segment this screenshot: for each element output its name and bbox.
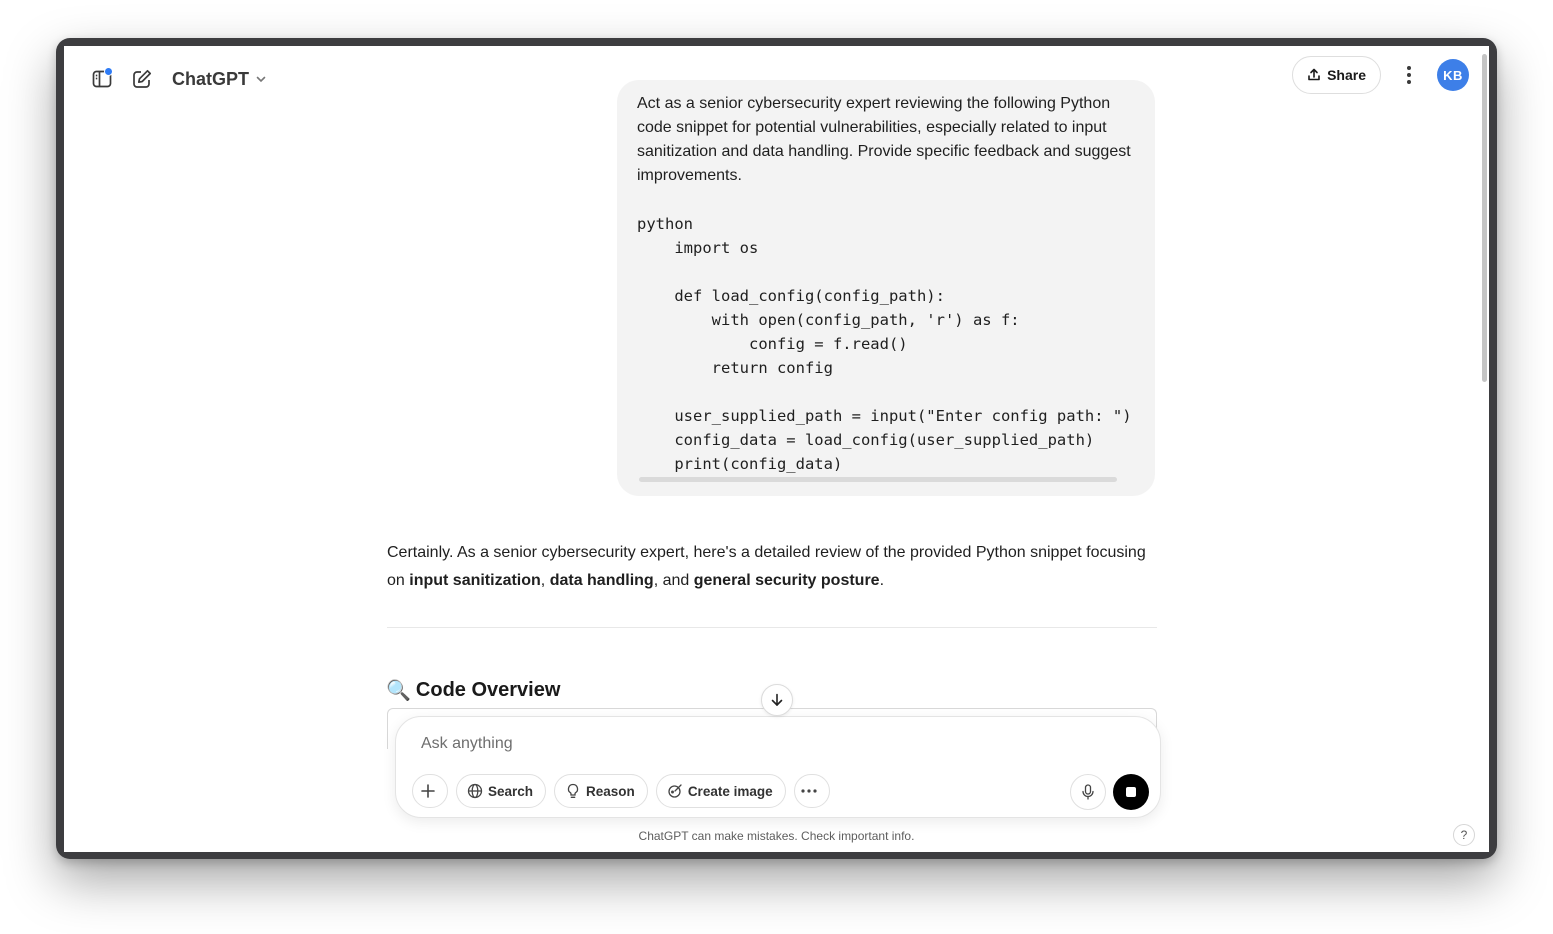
section-heading-text: Code Overview [415, 679, 561, 701]
arrow-down-icon [771, 693, 783, 706]
vertical-dots-icon [1407, 66, 1411, 84]
more-tools-button[interactable] [793, 774, 830, 808]
microphone-icon [1082, 784, 1094, 800]
share-label: Share [1327, 67, 1366, 83]
stop-generating-button[interactable] [1113, 774, 1149, 810]
share-button[interactable]: Share [1292, 56, 1381, 94]
composer-tools: Search Reason Create image [412, 774, 838, 808]
user-message-bubble: Act as a senior cybersecurity expert rev… [617, 80, 1155, 496]
bold-input-sanitization: input sanitization [409, 572, 541, 589]
assistant-message: Certainly. As a senior cybersecurity exp… [387, 539, 1157, 595]
reason-button[interactable]: Reason [554, 774, 648, 808]
avatar[interactable]: KB [1437, 59, 1469, 91]
user-message-text: Act as a senior cybersecurity expert rev… [637, 95, 1131, 184]
sidebar-toggle-button[interactable] [84, 61, 120, 97]
chat-app: ChatGPT Share KB Act as a senior cyberse… [64, 46, 1489, 852]
plus-icon [420, 784, 435, 798]
period-text: . [879, 572, 885, 589]
separator-text: , [540, 572, 550, 589]
chevron-down-icon [256, 76, 266, 83]
bold-general-security: general security posture [693, 572, 880, 589]
model-selector[interactable]: ChatGPT [172, 69, 267, 90]
magnifier-icon: 🔍 [386, 680, 411, 702]
notification-dot [104, 67, 113, 76]
composer: Ask anything Search Reason Create image [395, 716, 1161, 818]
page-scrollbar[interactable] [1477, 46, 1489, 852]
new-chat-button[interactable] [124, 61, 160, 97]
lightbulb-icon [567, 783, 579, 798]
create-image-button[interactable]: Create image [655, 774, 786, 808]
separator-text: , and [653, 572, 694, 589]
horizontal-dots-icon [801, 789, 817, 793]
scrollbar-thumb[interactable] [1482, 54, 1487, 382]
disclaimer-text: ChatGPT can make mistakes. Check importa… [638, 829, 915, 843]
search-button[interactable]: Search [456, 774, 547, 808]
section-divider [387, 627, 1157, 628]
assistant-intro: Certainly. As a senior cybersecurity exp… [387, 539, 1157, 595]
model-name: ChatGPT [172, 68, 250, 89]
stop-icon [1126, 787, 1136, 797]
bold-data-handling: data handling [549, 572, 654, 589]
brush-icon [668, 784, 682, 798]
more-options-button[interactable] [1391, 57, 1427, 93]
globe-icon [467, 783, 483, 799]
dictate-button[interactable] [1070, 774, 1106, 810]
section-heading: 🔍 Code Overview [386, 678, 560, 703]
header-right: Share KB [1292, 56, 1469, 94]
scroll-to-bottom-button[interactable] [761, 684, 793, 716]
prompt-input[interactable]: Ask anything [421, 735, 513, 753]
header-left: ChatGPT [84, 61, 267, 97]
create-image-label: Create image [687, 783, 773, 799]
user-message-code: python import os def load_config(config_… [637, 215, 1132, 473]
horizontal-scrollbar[interactable] [639, 477, 1117, 482]
reason-label: Reason [586, 783, 635, 799]
attach-button[interactable] [412, 774, 448, 808]
edit-icon [133, 69, 152, 88]
help-button[interactable]: ? [1453, 824, 1475, 846]
browser-window: ChatGPT Share KB Act as a senior cyberse… [56, 38, 1497, 859]
search-label: Search [488, 783, 534, 799]
share-icon [1308, 68, 1320, 81]
